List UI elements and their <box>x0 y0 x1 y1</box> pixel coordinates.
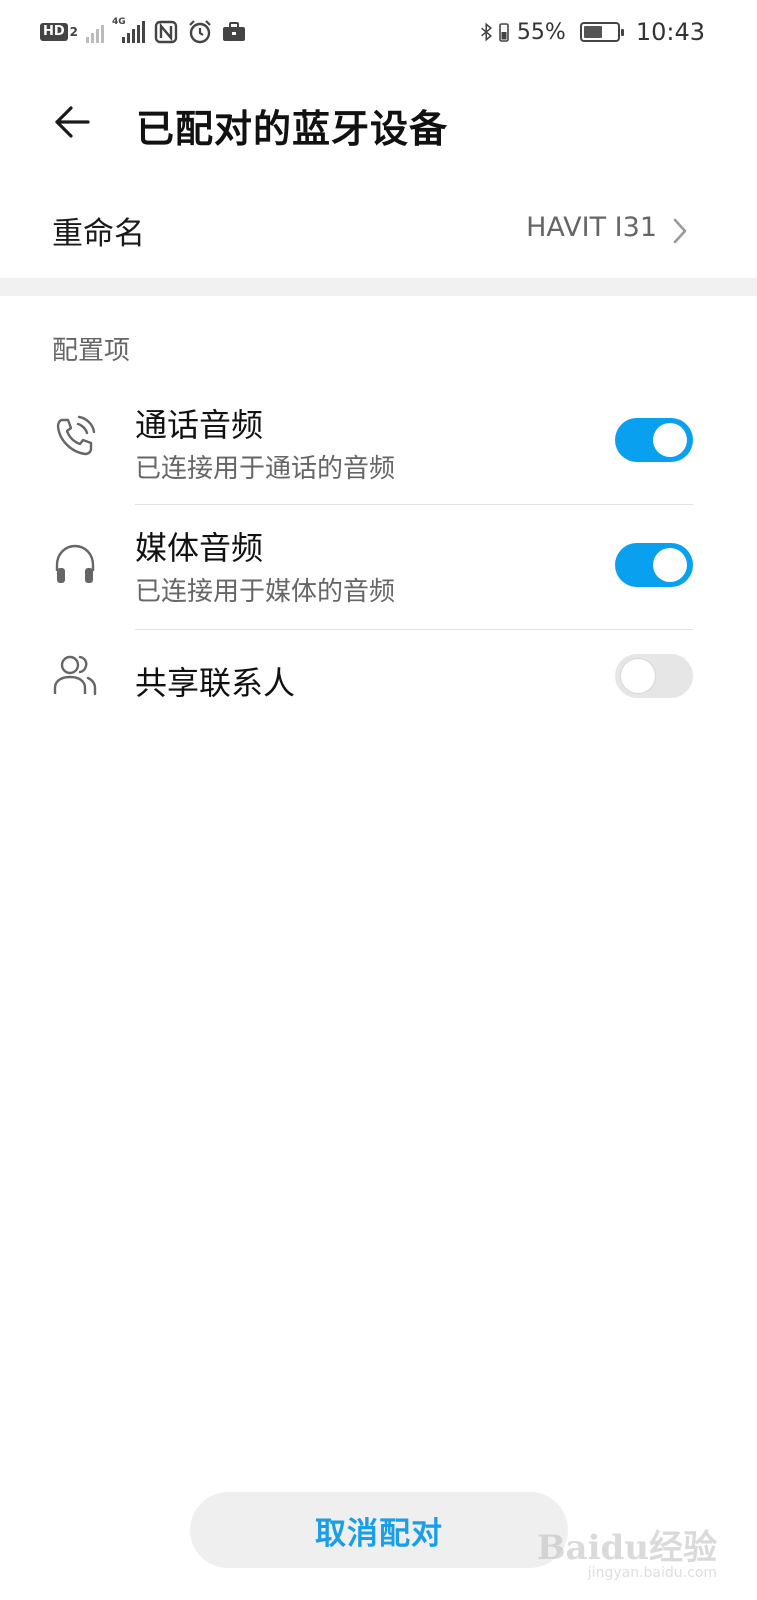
toggle-knob <box>621 659 655 693</box>
status-left-icons: HD 2 4G <box>40 17 247 46</box>
hd-voice-badge: HD <box>40 23 68 41</box>
nfc-icon <box>154 20 178 44</box>
phone-battery-small-icon <box>499 23 509 42</box>
option-media-audio[interactable]: 媒体音频 已连接用于媒体的音频 <box>0 505 757 630</box>
rename-label: 重命名 <box>52 216 145 252</box>
page-title: 已配对的蓝牙设备 <box>136 107 449 151</box>
option-title: 通话音频 <box>135 406 264 444</box>
app-bar: 已配对的蓝牙设备 <box>0 72 757 172</box>
rename-row[interactable]: 重命名 HAVIT I31 <box>0 188 757 274</box>
baidu-watermark: Baidu经验 jingyan.baidu.com <box>537 1520 717 1581</box>
option-subtitle: 已连接用于通话的音频 <box>135 454 396 484</box>
battery-percent: 55% <box>516 19 566 45</box>
unpair-button[interactable]: 取消配对 <box>190 1492 568 1568</box>
arrow-left-icon <box>55 106 90 138</box>
hd-sim-index: 2 <box>69 25 79 39</box>
headphones-icon <box>55 544 95 583</box>
option-subtitle: 已连接用于媒体的音频 <box>135 577 396 607</box>
bluetooth-icon <box>481 22 492 42</box>
back-button[interactable] <box>44 94 100 150</box>
status-bar: HD 2 4G 55% 10:43 <box>0 0 757 64</box>
battery-icon <box>579 22 624 42</box>
option-title: 媒体音频 <box>135 529 264 567</box>
signal-sim2-icon: 4G <box>112 17 146 43</box>
signal-sim1-icon <box>86 21 105 43</box>
alarm-icon <box>189 20 211 44</box>
watermark-logo-text: Baidu经验 <box>536 1528 717 1568</box>
option-title: 共享联系人 <box>135 664 296 702</box>
media-audio-toggle[interactable] <box>615 543 693 587</box>
unpair-label: 取消配对 <box>315 1515 443 1552</box>
clock: 10:43 <box>635 18 705 46</box>
option-share-contacts[interactable]: 共享联系人 <box>0 630 757 730</box>
battery-level-fill <box>583 26 602 38</box>
toggle-knob <box>653 548 687 582</box>
section-divider <box>0 278 757 296</box>
status-right-icons: 55% 10:43 <box>477 18 705 46</box>
option-call-audio[interactable]: 通话音频 已连接用于通话的音频 <box>0 380 757 505</box>
share-contacts-toggle[interactable] <box>615 654 693 698</box>
chevron-right-icon <box>673 218 687 244</box>
device-name-value: HAVIT I31 <box>526 212 657 243</box>
config-section-title: 配置项 <box>52 336 131 366</box>
network-type-label: 4G <box>112 17 126 27</box>
toggle-knob <box>653 423 687 457</box>
watermark-url: jingyan.baidu.com <box>587 1565 717 1581</box>
work-profile-icon <box>223 22 246 41</box>
phone-call-icon <box>56 415 96 456</box>
call-audio-toggle[interactable] <box>615 418 693 462</box>
contacts-icon <box>53 655 97 696</box>
